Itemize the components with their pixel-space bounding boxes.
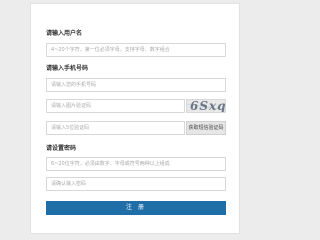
username-input[interactable]: 4~20个字符，第一位必须字母，支持字母、数字组合 [46,43,226,57]
get-sms-code-button[interactable]: 获取短信验证码 [186,121,226,135]
confirm-password-input[interactable]: 请确认输入密码 [46,177,226,191]
password-input[interactable]: 6~20位字符，必须由数字、字母或符号两种以上组成 [46,157,226,171]
sms-code-input[interactable]: 请输入5位验证码 [46,121,185,135]
register-button[interactable]: 注 册 [46,201,226,215]
register-form: 请输入用户名 4~20个字符，第一位必须字母，支持字母、数字组合 请输入手机号码… [30,3,240,234]
captcha-text: 6Sxq [190,99,226,113]
captcha-image[interactable]: 6Sxq [186,99,226,113]
phone-label: 请输入手机号码 [46,65,89,72]
username-label: 请输入用户名 [46,30,83,37]
page: 请输入用户名 4~20个字符，第一位必须字母，支持字母、数字组合 请输入手机号码… [0,0,272,240]
image-code-input[interactable]: 请输入图片验证码 [46,99,185,113]
password-label: 请设置密码 [46,145,77,152]
phone-input[interactable]: 请输入您的手机号码 [46,78,226,92]
